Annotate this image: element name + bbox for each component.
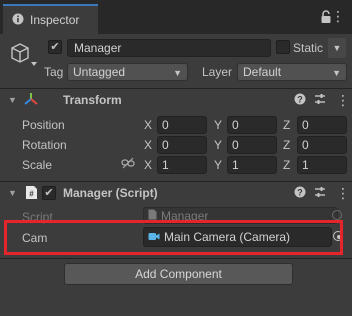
axis-z-label: Z (283, 158, 291, 172)
rotation-y-field[interactable]: 0 (227, 136, 277, 154)
component-title: Transform (63, 93, 122, 107)
svg-text:?: ? (297, 187, 303, 197)
active-checkbox[interactable]: ✔ (48, 40, 62, 54)
rotation-label: Rotation (22, 138, 67, 152)
constrain-proportions-icon[interactable] (121, 157, 135, 172)
axis-z-label: Z (283, 138, 291, 152)
chevron-down-icon: ▼ (332, 68, 341, 78)
add-component-button[interactable]: Add Component (64, 263, 293, 285)
layer-value: Default (243, 65, 282, 79)
rotation-z-field[interactable]: 0 (297, 136, 347, 154)
axis-x-label: X (144, 158, 153, 172)
more-options-icon[interactable]: ⋮ (331, 9, 345, 23)
axis-y-label: Y (214, 138, 223, 152)
scale-label: Scale (22, 158, 53, 172)
tag-label: Tag (44, 65, 64, 79)
component-title: Manager (Script) (63, 186, 158, 200)
help-icon[interactable]: ? (294, 186, 306, 201)
preset-icon[interactable] (314, 186, 326, 201)
foldout-arrow-icon[interactable]: ▼ (8, 188, 17, 198)
info-icon (12, 13, 24, 28)
position-label: Position (22, 118, 65, 132)
tab-inspector[interactable]: Inspector (3, 4, 98, 34)
component-enabled-checkbox[interactable]: ✔ (42, 186, 56, 200)
svg-text:?: ? (297, 94, 303, 104)
layer-label: Layer (202, 65, 233, 79)
axis-x-label: X (144, 138, 153, 152)
transform-axes-icon (23, 92, 39, 109)
highlight-box (4, 220, 343, 255)
axis-x-label: X (144, 118, 153, 132)
scale-z-field[interactable]: 1 (297, 156, 347, 174)
preset-icon[interactable] (314, 93, 326, 108)
scale-x-field[interactable]: 1 (157, 156, 207, 174)
name-field[interactable]: Manager (67, 39, 271, 57)
divider (0, 258, 352, 259)
layer-dropdown[interactable]: Default ▼ (237, 63, 347, 81)
chevron-down-icon: ▼ (173, 68, 182, 78)
position-y-field[interactable]: 0 (227, 116, 277, 134)
csharp-script-icon: # (25, 185, 38, 203)
tag-dropdown[interactable]: Untagged ▼ (67, 63, 188, 81)
static-checkbox[interactable] (276, 40, 290, 54)
svg-text:#: # (29, 190, 34, 199)
static-dropdown-button[interactable]: ▼ (328, 38, 346, 58)
more-options-icon[interactable]: ⋮ (336, 92, 350, 109)
position-x-field[interactable]: 0 (157, 116, 207, 134)
foldout-arrow-icon[interactable]: ▼ (8, 95, 17, 105)
axis-z-label: Z (283, 118, 291, 132)
more-options-icon[interactable]: ⋮ (336, 185, 350, 202)
scale-y-field[interactable]: 1 (227, 156, 277, 174)
position-z-field[interactable]: 0 (297, 116, 347, 134)
static-label: Static (293, 41, 324, 55)
rotation-x-field[interactable]: 0 (157, 136, 207, 154)
axis-y-label: Y (214, 118, 223, 132)
help-icon[interactable]: ? (294, 93, 306, 108)
tag-value: Untagged (73, 65, 126, 79)
axis-y-label: Y (214, 158, 223, 172)
object-picker-icon (332, 210, 342, 220)
tab-label: Inspector (30, 13, 80, 27)
gameobject-icon[interactable] (8, 40, 38, 70)
